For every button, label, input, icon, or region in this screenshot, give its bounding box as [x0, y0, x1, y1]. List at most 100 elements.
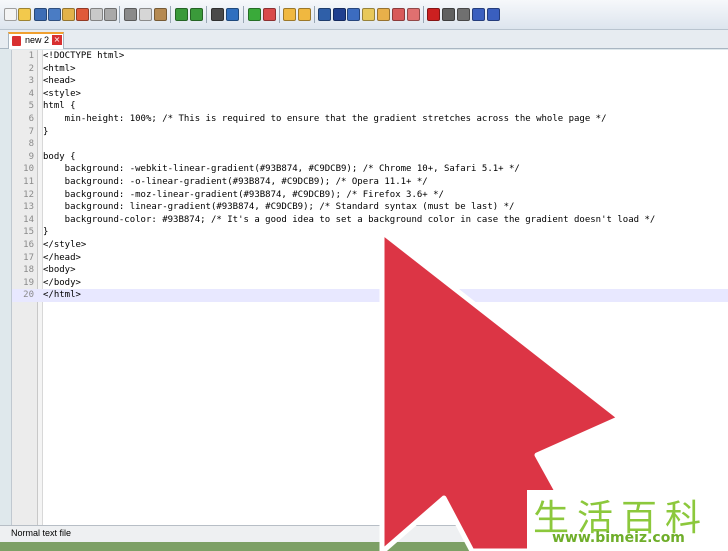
undo-icon[interactable]	[175, 8, 188, 21]
macro-record-icon[interactable]	[427, 8, 440, 21]
code-editor[interactable]: 1 <!DOCTYPE html> 2 <html> 3 <head> 4 <style> 5 h…	[11, 50, 728, 525]
line-number: 6	[28, 113, 34, 124]
line-number: 8	[28, 139, 34, 150]
code-text[interactable]: background: -webkit-linear-gradient(#93B…	[43, 163, 520, 176]
zoom-in-icon[interactable]	[248, 8, 261, 21]
save-all-icon[interactable]	[48, 8, 61, 21]
paste-icon[interactable]	[154, 8, 167, 21]
line-number: 1	[28, 51, 34, 61]
code-text[interactable]: }	[43, 226, 48, 239]
code-line[interactable]: 6 min-height: 100%; /* This is required …	[12, 113, 728, 126]
code-text[interactable]: <!DOCTYPE html>	[43, 50, 124, 63]
toolbar-separator	[314, 6, 315, 23]
code-text[interactable]: body {	[43, 151, 76, 164]
line-number: 19	[23, 277, 34, 288]
code-line[interactable]: 13 background: linear-gradient(#93B874, …	[12, 201, 728, 214]
code-line[interactable]: 19 </body>	[12, 277, 728, 290]
toolbar-separator	[243, 6, 244, 23]
line-number: 16	[23, 239, 34, 250]
function-list-icon[interactable]	[392, 8, 405, 21]
tab-bar: new 2 ×	[0, 30, 728, 49]
line-number: 18	[23, 265, 34, 276]
indent-guide-icon[interactable]	[347, 8, 360, 21]
code-text[interactable]: min-height: 100%; /* This is required to…	[43, 113, 607, 126]
code-text[interactable]: <head>	[43, 75, 76, 88]
code-line[interactable]: 8	[12, 138, 728, 151]
word-wrap-icon[interactable]	[318, 8, 331, 21]
line-number: 5	[28, 101, 34, 112]
code-text[interactable]: background: -o-linear-gradient(#93B874, …	[43, 176, 428, 189]
close-file-icon[interactable]	[62, 8, 75, 21]
line-number: 15	[23, 227, 34, 238]
macro-stop-icon[interactable]	[442, 8, 455, 21]
code-line[interactable]: 5 html {	[12, 100, 728, 113]
main-toolbar	[0, 0, 728, 30]
code-text[interactable]: </style>	[43, 239, 86, 252]
macro-save-icon[interactable]	[487, 8, 500, 21]
cut-icon[interactable]	[124, 8, 137, 21]
sync-horizontal-icon[interactable]	[298, 8, 311, 21]
find-icon[interactable]	[211, 8, 224, 21]
print-icon[interactable]	[90, 8, 103, 21]
replace-icon[interactable]	[226, 8, 239, 21]
macro-play-icon[interactable]	[457, 8, 470, 21]
unsaved-file-icon	[12, 36, 21, 46]
code-line[interactable]: 11 background: -o-linear-gradient(#93B87…	[12, 176, 728, 189]
code-line[interactable]: 2 <html>	[12, 63, 728, 76]
line-number: 2	[28, 63, 34, 74]
code-line[interactable]: 4 <style>	[12, 88, 728, 101]
code-text[interactable]: <style>	[43, 88, 81, 101]
code-line[interactable]: 16 </style>	[12, 239, 728, 252]
code-line[interactable]: 9 body {	[12, 151, 728, 164]
toolbar-separator	[206, 6, 207, 23]
code-text[interactable]: </head>	[43, 252, 81, 265]
editor-lines: 1 <!DOCTYPE html> 2 <html> 3 <head> 4 <style> 5 h…	[12, 50, 728, 302]
code-text[interactable]: </html>	[43, 289, 81, 302]
zoom-out-icon[interactable]	[263, 8, 276, 21]
line-number: 9	[28, 151, 34, 162]
code-line[interactable]: 17 </head>	[12, 252, 728, 265]
redo-icon[interactable]	[190, 8, 203, 21]
code-line[interactable]: 3 <head>	[12, 75, 728, 88]
code-line[interactable]: 14 background-color: #93B874; /* It's a …	[12, 214, 728, 227]
code-text[interactable]: background: -moz-linear-gradient(#93B874…	[43, 189, 444, 202]
line-number: 4	[28, 88, 34, 99]
save-file-icon[interactable]	[34, 8, 47, 21]
tab-new-2[interactable]: new 2 ×	[8, 32, 64, 49]
code-text[interactable]: background-color: #93B874; /* It's a goo…	[43, 214, 656, 227]
code-text[interactable]: <body>	[43, 264, 76, 277]
user-language-icon[interactable]	[362, 8, 375, 21]
code-text[interactable]: <html>	[43, 63, 76, 76]
code-line[interactable]: 1 <!DOCTYPE html>	[12, 50, 728, 63]
close-all-icon[interactable]	[76, 8, 89, 21]
code-text[interactable]: </body>	[43, 277, 81, 290]
code-line[interactable]: 12 background: -moz-linear-gradient(#93B…	[12, 189, 728, 202]
file-type-status: Normal text file	[11, 528, 72, 538]
toolbar-separator	[279, 6, 280, 23]
sync-vertical-icon[interactable]	[283, 8, 296, 21]
open-file-icon[interactable]	[18, 8, 31, 21]
print-now-icon[interactable]	[104, 8, 117, 21]
toolbar-separator	[423, 6, 424, 23]
macro-run-multiple-icon[interactable]	[472, 8, 485, 21]
line-number: 12	[23, 189, 34, 200]
code-text[interactable]: background: linear-gradient(#93B874, #C9…	[43, 201, 515, 214]
code-line[interactable]: 10 background: -webkit-linear-gradient(#…	[12, 163, 728, 176]
line-number: 7	[28, 126, 34, 137]
line-number: 11	[23, 176, 34, 187]
doc-map-icon[interactable]	[377, 8, 390, 21]
code-line[interactable]: 18 <body>	[12, 264, 728, 277]
copy-icon[interactable]	[139, 8, 152, 21]
folder-as-workspace-icon[interactable]	[407, 8, 420, 21]
code-text[interactable]: html {	[43, 100, 76, 113]
code-line[interactable]: 7}	[12, 126, 728, 139]
close-tab-icon[interactable]: ×	[52, 35, 62, 45]
line-number: 10	[23, 164, 34, 175]
show-all-chars-icon[interactable]	[333, 8, 346, 21]
code-line[interactable]: 20 </html>	[12, 289, 728, 302]
code-line[interactable]: 15}	[12, 226, 728, 239]
new-file-icon[interactable]	[4, 8, 17, 21]
toolbar-separator	[119, 6, 120, 23]
code-text[interactable]: }	[43, 126, 48, 139]
line-number: 17	[23, 252, 34, 263]
